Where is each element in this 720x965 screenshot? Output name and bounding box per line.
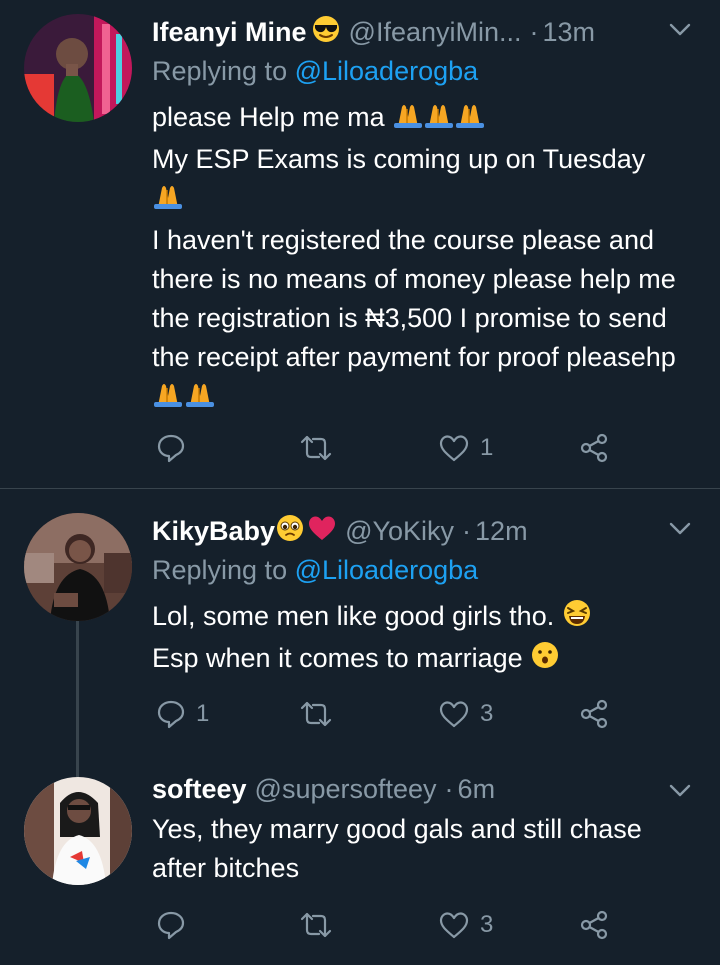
separator-dot: · bbox=[462, 515, 472, 546]
timestamp[interactable]: 6m bbox=[458, 774, 496, 805]
share-button[interactable] bbox=[578, 430, 610, 466]
tweet-line: My ESP Exams is coming up on Tuesday bbox=[152, 144, 646, 174]
like-button[interactable]: 3 bbox=[438, 907, 493, 943]
retweet-button[interactable] bbox=[298, 696, 334, 732]
share-icon bbox=[580, 910, 608, 940]
separator-dot: · bbox=[529, 16, 539, 47]
hushed-face-emoji-icon bbox=[530, 640, 560, 681]
tweet-line: Esp when it comes to marriage bbox=[152, 643, 523, 673]
thread-line bbox=[76, 621, 79, 757]
like-button[interactable]: 3 bbox=[438, 696, 493, 732]
red-heart-emoji-icon bbox=[307, 514, 337, 549]
reply-icon bbox=[157, 434, 185, 463]
chevron-down-icon[interactable] bbox=[668, 783, 692, 799]
folded-hands-emoji-icon bbox=[152, 182, 184, 221]
avatar[interactable] bbox=[24, 14, 132, 122]
retweet-icon bbox=[300, 701, 332, 727]
display-name[interactable]: KikyBaby bbox=[152, 516, 275, 547]
laughing-squinting-emoji-icon bbox=[562, 598, 592, 639]
folded-hands-emoji-icon bbox=[152, 380, 216, 419]
tweet-actions: 3 bbox=[152, 907, 622, 943]
like-button[interactable]: 1 bbox=[438, 430, 493, 466]
user-handle[interactable]: @IfeanyiMin... bbox=[349, 17, 522, 48]
thread-line bbox=[76, 755, 79, 777]
timestamp[interactable]: 12m bbox=[475, 516, 528, 547]
mention-link[interactable]: @Liloaderogba bbox=[295, 555, 479, 585]
tweet-header: KikyBaby @YoKiky · 12m bbox=[152, 513, 690, 549]
retweet-button[interactable] bbox=[298, 430, 334, 466]
retweet-icon bbox=[300, 912, 332, 938]
share-button[interactable] bbox=[578, 696, 610, 732]
heart-icon bbox=[439, 701, 469, 728]
separator-dot: · bbox=[444, 773, 454, 804]
replying-to: Replying to @Liloaderogba bbox=[152, 56, 478, 87]
like-count: 3 bbox=[480, 911, 494, 938]
like-count: 1 bbox=[480, 434, 494, 461]
tweet-header: softeey @supersofteey · 6m bbox=[152, 771, 690, 807]
chevron-down-icon[interactable] bbox=[668, 22, 692, 38]
replying-prefix: Replying to bbox=[152, 555, 295, 585]
retweet-icon bbox=[300, 435, 332, 461]
reply-button[interactable]: 1 bbox=[156, 696, 209, 732]
timestamp[interactable]: 13m bbox=[543, 17, 596, 48]
tweet-actions: 1 3 bbox=[152, 696, 622, 732]
pleading-face-emoji-icon bbox=[275, 513, 305, 550]
share-button[interactable] bbox=[578, 907, 610, 943]
tweet-line: Yes, they marry good gals and still chas… bbox=[152, 814, 642, 883]
folded-hands-emoji-icon bbox=[392, 101, 486, 140]
reply-button[interactable] bbox=[156, 907, 196, 943]
tweet-line: Lol, some men like good girls tho. bbox=[152, 601, 555, 631]
reply-button[interactable] bbox=[156, 430, 196, 466]
replying-to: Replying to @Liloaderogba bbox=[152, 555, 478, 586]
heart-icon bbox=[439, 435, 469, 462]
share-icon bbox=[580, 433, 608, 463]
tweet-actions: 1 bbox=[152, 430, 622, 466]
avatar[interactable] bbox=[24, 513, 132, 621]
retweet-button[interactable] bbox=[298, 907, 334, 943]
tweet-line: please Help me ma bbox=[152, 102, 385, 132]
tweet-text: Lol, some men like good girls tho. Esp w… bbox=[152, 597, 697, 681]
tweet-header: Ifeanyi Mine @IfeanyiMin... · 13m bbox=[152, 14, 690, 50]
tweet-1[interactable]: Ifeanyi Mine @IfeanyiMin... · 13m Replyi… bbox=[0, 0, 720, 488]
sunglasses-emoji-icon bbox=[311, 14, 341, 51]
tweet-text: Yes, they marry good gals and still chas… bbox=[152, 810, 697, 888]
display-name[interactable]: Ifeanyi Mine bbox=[152, 17, 307, 48]
display-name[interactable]: softeey bbox=[152, 774, 247, 805]
replying-prefix: Replying to bbox=[152, 56, 295, 86]
tweet-text: please Help me ma My ESP Exams is coming… bbox=[152, 98, 697, 419]
user-handle[interactable]: @supersofteey bbox=[255, 774, 437, 805]
reply-icon bbox=[157, 911, 185, 940]
tweet-line: I haven't registered the course please a… bbox=[152, 225, 676, 372]
tweet-3[interactable]: softeey @supersofteey · 6m Yes, they mar… bbox=[0, 755, 720, 965]
chevron-down-icon[interactable] bbox=[668, 521, 692, 537]
mention-link[interactable]: @Liloaderogba bbox=[295, 56, 479, 86]
user-handle[interactable]: @YoKiky bbox=[345, 516, 454, 547]
share-icon bbox=[580, 699, 608, 729]
avatar[interactable] bbox=[24, 777, 132, 885]
heart-icon bbox=[439, 912, 469, 939]
like-count: 3 bbox=[480, 700, 494, 727]
reply-icon bbox=[157, 700, 185, 729]
tweet-2[interactable]: KikyBaby @YoKiky · 12m Replying to @Lilo… bbox=[0, 489, 720, 757]
reply-count: 1 bbox=[196, 700, 210, 727]
